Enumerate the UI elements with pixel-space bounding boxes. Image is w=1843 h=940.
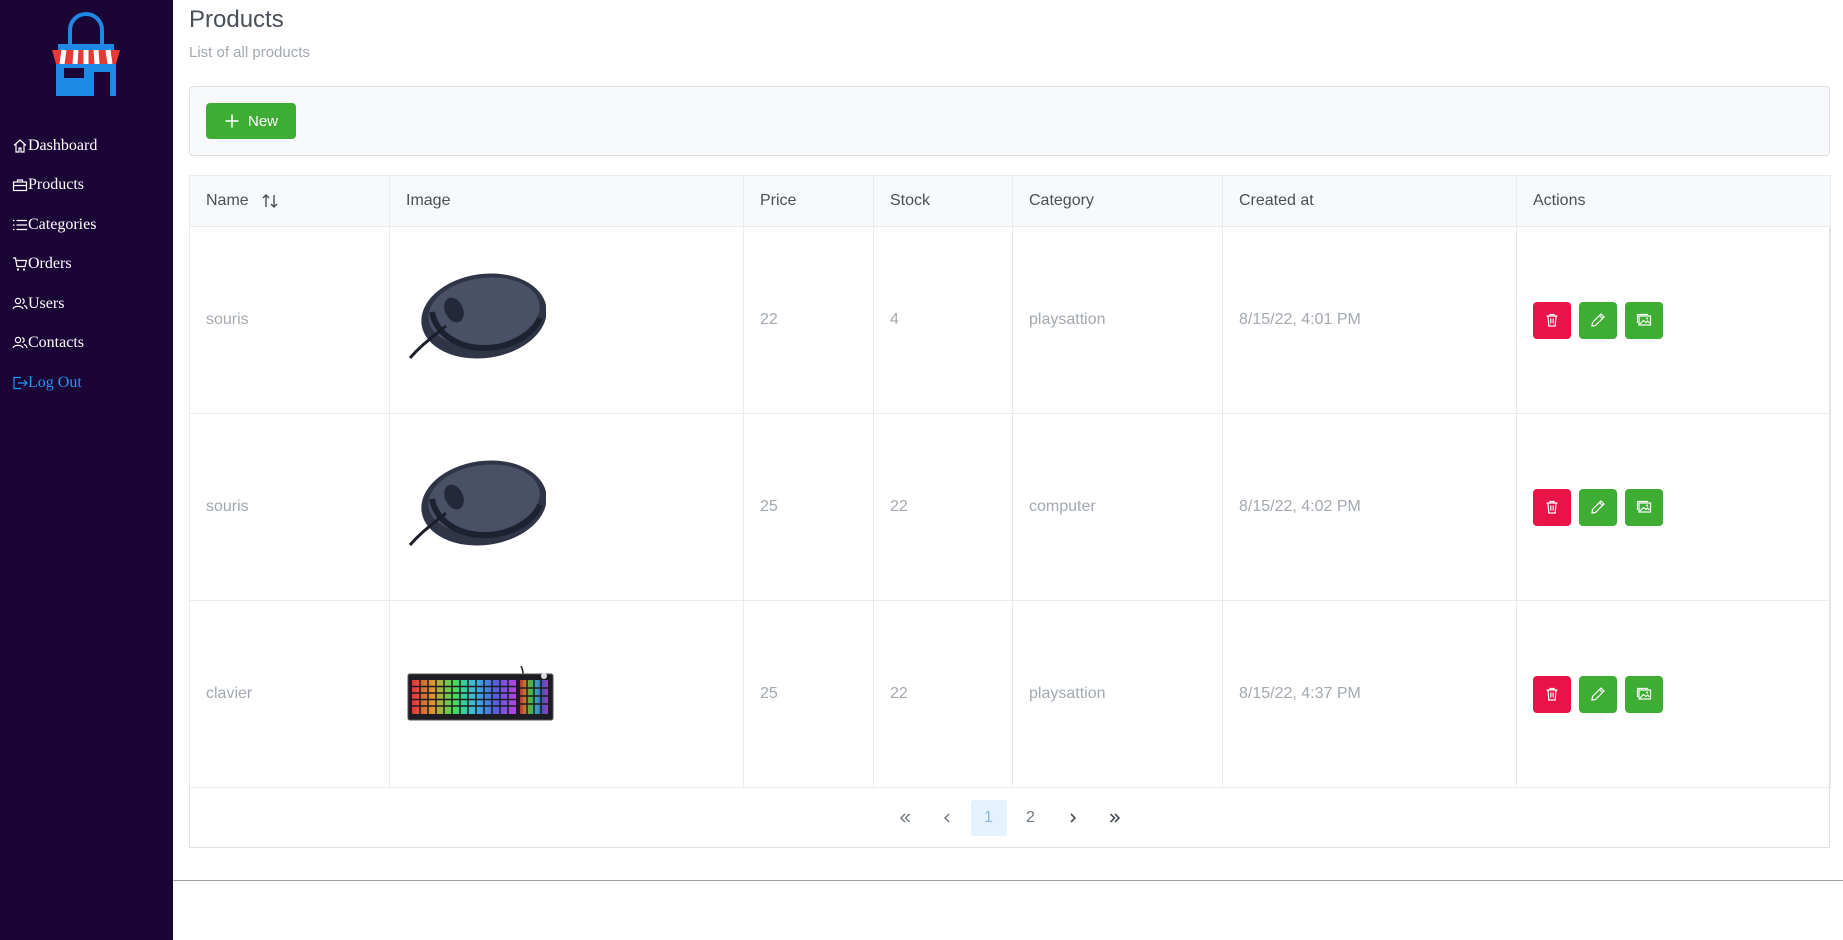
- prev-page-button[interactable]: [929, 800, 965, 836]
- cell-image: [389, 226, 744, 414]
- column-header-price: Price: [743, 175, 874, 227]
- cell-category: playsattion: [1012, 226, 1223, 414]
- sidebar-item-label: Users: [28, 294, 65, 312]
- store-logo: [52, 12, 120, 96]
- product-image-mouse: [408, 273, 546, 359]
- product-image-mouse: [408, 460, 546, 546]
- chevron-right-icon: [1069, 812, 1076, 823]
- pagination: 1 2: [189, 788, 1830, 848]
- sidebar-item-dashboard[interactable]: Dashboard: [12, 126, 172, 166]
- table-header-row: Name Image Price Stock Category Created …: [189, 175, 1831, 227]
- cell-category: computer: [1012, 413, 1223, 601]
- plus-icon: [225, 114, 239, 128]
- sidebar-item-categories[interactable]: Categories: [12, 205, 172, 245]
- last-page-button[interactable]: [1097, 800, 1133, 836]
- cell-actions: [1516, 226, 1831, 414]
- cell-image: [389, 600, 744, 788]
- sidebar-item-label: Log Out: [28, 373, 82, 391]
- cell-name: souris: [189, 413, 390, 601]
- edit-button[interactable]: [1579, 675, 1617, 713]
- first-page-button[interactable]: [887, 800, 923, 836]
- delete-button[interactable]: [1533, 301, 1571, 339]
- sort-icon[interactable]: [261, 192, 279, 210]
- sidebar-item-label: Orders: [28, 255, 72, 273]
- trash-icon: [1546, 500, 1558, 514]
- images-button[interactable]: [1625, 488, 1663, 526]
- logout-icon: [13, 376, 28, 389]
- cell-stock: 22: [873, 413, 1013, 601]
- users-icon: [12, 297, 28, 310]
- images-button[interactable]: [1625, 675, 1663, 713]
- edit-button[interactable]: [1579, 488, 1617, 526]
- page-1-button[interactable]: 1: [970, 799, 1007, 836]
- cell-created-at: 8/15/22, 4:01 PM: [1222, 226, 1517, 414]
- sidebar-item-label: Products: [28, 176, 84, 194]
- images-icon: [1636, 500, 1652, 513]
- sidebar-item-label: Dashboard: [28, 136, 98, 154]
- page-subtitle: List of all products: [189, 44, 310, 61]
- sidebar-item-users[interactable]: Users: [12, 284, 172, 324]
- column-header-created-at: Created at: [1222, 175, 1517, 227]
- sidebar-item-label: Contacts: [28, 334, 84, 352]
- cell-created-at: 8/15/22, 4:37 PM: [1222, 600, 1517, 788]
- cell-price: 25: [743, 413, 874, 601]
- sidebar-item-orders[interactable]: Orders: [12, 245, 172, 285]
- column-header-image: Image: [389, 175, 744, 227]
- new-product-button[interactable]: New: [206, 103, 296, 139]
- sidebar-item-products[interactable]: Products: [12, 166, 172, 206]
- cell-price: 22: [743, 226, 874, 414]
- next-page-button[interactable]: [1055, 800, 1091, 836]
- table-row: souris 22 4 playsattion 8/15/22, 4:01 PM: [189, 226, 1831, 414]
- table-row: souris 25 22 computer 8/15/22, 4:02 PM: [189, 413, 1831, 601]
- sidebar-item-contacts[interactable]: Contacts: [12, 324, 172, 364]
- column-header-name[interactable]: Name: [189, 175, 390, 227]
- table-row: clavier 25 22 playsattion 8/15/22, 4:37 …: [189, 600, 1831, 788]
- images-icon: [1636, 687, 1652, 700]
- sidebar: Dashboard Products Categories Orders Use…: [0, 0, 173, 940]
- page-title: Products: [189, 6, 284, 33]
- images-button[interactable]: [1625, 301, 1663, 339]
- pencil-icon: [1591, 313, 1605, 327]
- home-icon: [13, 138, 27, 153]
- cell-price: 25: [743, 600, 874, 788]
- edit-button[interactable]: [1579, 301, 1617, 339]
- sidebar-item-logout[interactable]: Log Out: [12, 363, 172, 403]
- cell-actions: [1516, 413, 1831, 601]
- page-2-button[interactable]: 2: [1013, 800, 1049, 836]
- users-icon: [12, 337, 28, 349]
- images-icon: [1636, 313, 1652, 326]
- trash-icon: [1546, 687, 1558, 701]
- products-table: Name Image Price Stock Category Created …: [189, 175, 1831, 848]
- cart-icon: [13, 257, 28, 271]
- cell-stock: 4: [873, 226, 1013, 414]
- briefcase-icon: [12, 179, 28, 192]
- chevrons-left-icon: [899, 813, 910, 822]
- cell-actions: [1516, 600, 1831, 788]
- column-header-stock: Stock: [873, 175, 1013, 227]
- cell-category: playsattion: [1012, 600, 1223, 788]
- chevron-left-icon: [943, 813, 949, 822]
- cell-stock: 22: [873, 600, 1013, 788]
- delete-button[interactable]: [1533, 488, 1571, 526]
- footer-divider: [173, 880, 1843, 881]
- pencil-icon: [1591, 687, 1605, 701]
- trash-icon: [1546, 313, 1558, 327]
- sidebar-item-label: Categories: [28, 215, 97, 233]
- list-icon: [13, 219, 27, 230]
- product-image-keyboard: [407, 666, 554, 721]
- cell-created-at: 8/15/22, 4:02 PM: [1222, 413, 1517, 601]
- cell-name: clavier: [189, 600, 390, 788]
- delete-button[interactable]: [1533, 675, 1571, 713]
- cell-name: souris: [189, 226, 390, 414]
- sidebar-nav: Dashboard Products Categories Orders Use…: [12, 126, 172, 403]
- new-button-label: New: [247, 112, 278, 130]
- toolbar: New: [189, 86, 1830, 156]
- chevrons-right-icon: [1109, 812, 1120, 823]
- column-header-actions: Actions: [1516, 175, 1831, 227]
- cell-image: [389, 413, 744, 601]
- column-header-category: Category: [1012, 175, 1223, 227]
- pencil-icon: [1591, 500, 1605, 514]
